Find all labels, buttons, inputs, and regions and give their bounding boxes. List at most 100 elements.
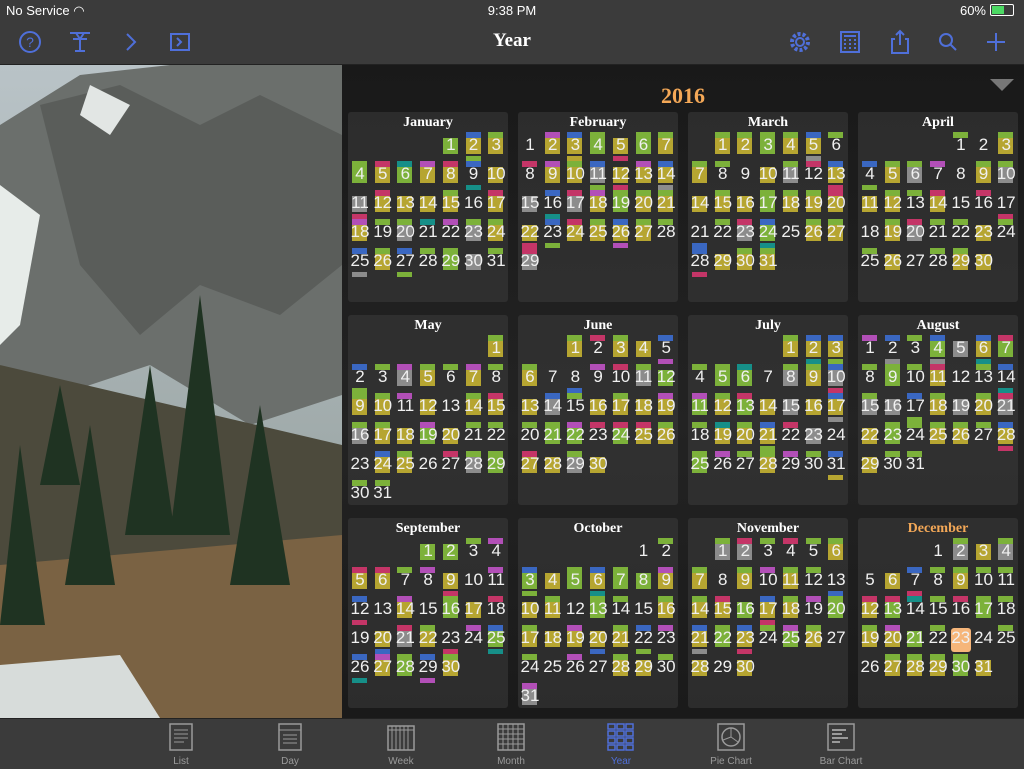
day-cell[interactable]: 8 [564,364,586,393]
day-cell[interactable]: 23 [973,219,995,248]
day-cell[interactable]: 4 [780,132,802,161]
day-cell[interactable]: 6 [734,364,756,393]
day-cell[interactable]: 5 [882,161,904,190]
day-cell[interactable]: 16 [803,393,825,422]
tab-day[interactable]: Day [255,722,325,768]
day-cell[interactable]: 2 [973,132,995,161]
add-icon[interactable] [982,29,1010,55]
day-cell[interactable]: 29 [564,451,586,480]
day-cell[interactable]: 24 [463,625,485,654]
day-cell[interactable]: 8 [485,364,507,393]
day-cell[interactable]: 3 [973,538,995,567]
day-cell[interactable]: 11 [780,567,802,596]
day-cell[interactable]: 1 [927,538,949,567]
day-cell[interactable]: 13 [734,393,756,422]
day-cell[interactable]: 20 [440,422,462,451]
day-cell[interactable]: 28 [995,422,1017,451]
day-cell[interactable]: 17 [564,190,586,219]
day-cell[interactable]: 19 [372,219,394,248]
day-cell[interactable]: 4 [927,335,949,364]
day-cell[interactable]: 23 [882,422,904,451]
day-cell[interactable]: 11 [485,567,507,596]
day-cell[interactable]: 26 [417,451,439,480]
day-cell[interactable]: 29 [712,654,734,683]
day-cell[interactable]: 28 [689,248,711,277]
day-cell[interactable]: 11 [394,393,416,422]
day-cell[interactable]: 1 [440,132,462,161]
day-cell[interactable]: 21 [927,219,949,248]
day-cell[interactable]: 14 [417,190,439,219]
day-cell[interactable]: 26 [372,248,394,277]
day-cell[interactable]: 20 [587,625,609,654]
day-cell[interactable]: 1 [950,132,972,161]
tab-month[interactable]: Month [476,722,546,768]
day-cell[interactable]: 1 [712,538,734,567]
day-cell[interactable]: 25 [859,248,881,277]
day-cell[interactable]: 12 [372,190,394,219]
day-cell[interactable]: 18 [689,422,711,451]
day-cell[interactable]: 30 [734,248,756,277]
day-cell[interactable]: 22 [564,422,586,451]
day-cell[interactable]: 29 [440,248,462,277]
day-cell[interactable]: 29 [633,654,655,683]
day-cell[interactable]: 30 [973,248,995,277]
day-cell[interactable]: 9 [463,161,485,190]
month-september[interactable]: September 1 2 3 4 5 6 7 8 9 10 11 12 13 14 15 16 17 18 19 20… [348,518,508,708]
day-cell[interactable]: 11 [633,364,655,393]
day-cell[interactable]: 5 [655,335,677,364]
day-cell[interactable]: 7 [757,364,779,393]
day-cell[interactable]: 5 [712,364,734,393]
month-july[interactable]: July 1 2 3 4 5 6 7 8 9 10 11 12 13 14 15 16 17 18 19 20 21 22 2… [688,315,848,505]
day-cell[interactable]: 1 [519,132,541,161]
day-cell[interactable]: 4 [633,335,655,364]
day-cell[interactable]: 5 [803,132,825,161]
day-cell[interactable]: 1 [780,335,802,364]
day-cell[interactable]: 21 [904,625,926,654]
day-cell[interactable]: 8 [780,364,802,393]
day-cell[interactable]: 2 [655,538,677,567]
day-cell[interactable]: 10 [485,161,507,190]
day-cell[interactable]: 7 [927,161,949,190]
day-cell[interactable]: 10 [519,596,541,625]
tab-bar-chart[interactable]: Bar Chart [806,722,876,768]
day-cell[interactable]: 7 [995,335,1017,364]
day-cell[interactable]: 10 [904,364,926,393]
day-cell[interactable]: 27 [825,625,847,654]
month-june[interactable]: June 1 2 3 4 5 6 7 8 9 10 11 12 13 14 15 16 17 18 19 20 21 22 2… [518,315,678,505]
day-cell[interactable]: 18 [859,219,881,248]
day-cell[interactable]: 22 [780,422,802,451]
day-cell[interactable]: 19 [610,190,632,219]
day-cell[interactable]: 16 [734,190,756,219]
month-january[interactable]: January 1 2 3 4 5 6 7 8 9 10 11 12 13 14 15 16 17 18 19 20 21… [348,112,508,302]
day-cell[interactable]: 10 [372,393,394,422]
day-cell[interactable]: 9 [587,364,609,393]
day-cell[interactable]: 14 [689,190,711,219]
day-cell[interactable]: 24 [995,219,1017,248]
day-cell[interactable]: 17 [610,393,632,422]
day-cell[interactable]: 13 [825,567,847,596]
day-cell[interactable]: 6 [394,161,416,190]
day-cell[interactable]: 27 [372,654,394,683]
day-cell[interactable]: 17 [463,596,485,625]
day-cell[interactable]: 22 [712,219,734,248]
day-cell[interactable]: 7 [417,161,439,190]
day-cell[interactable]: 2 [463,132,485,161]
day-cell[interactable]: 31 [372,480,394,509]
day-cell[interactable]: 28 [904,654,926,683]
month-october[interactable]: October 1 2 3 4 5 6 7 8 9 10 11 12 13 14 15 16 17 18 19 20 21… [518,518,678,708]
day-cell[interactable]: 15 [859,393,881,422]
day-cell[interactable]: 30 [587,451,609,480]
day-cell[interactable]: 4 [859,161,881,190]
day-cell[interactable]: 22 [712,625,734,654]
day-cell[interactable]: 3 [757,132,779,161]
day-cell[interactable]: 3 [463,538,485,567]
day-cell[interactable]: 17 [995,190,1017,219]
day-cell[interactable]: 18 [542,625,564,654]
day-cell[interactable]: 18 [780,596,802,625]
day-cell[interactable]: 28 [463,451,485,480]
day-cell[interactable]: 23 [803,422,825,451]
day-cell[interactable]: 11 [542,596,564,625]
day-cell[interactable]: 26 [950,422,972,451]
day-cell[interactable]: 5 [803,538,825,567]
day-cell[interactable]: 20 [973,393,995,422]
